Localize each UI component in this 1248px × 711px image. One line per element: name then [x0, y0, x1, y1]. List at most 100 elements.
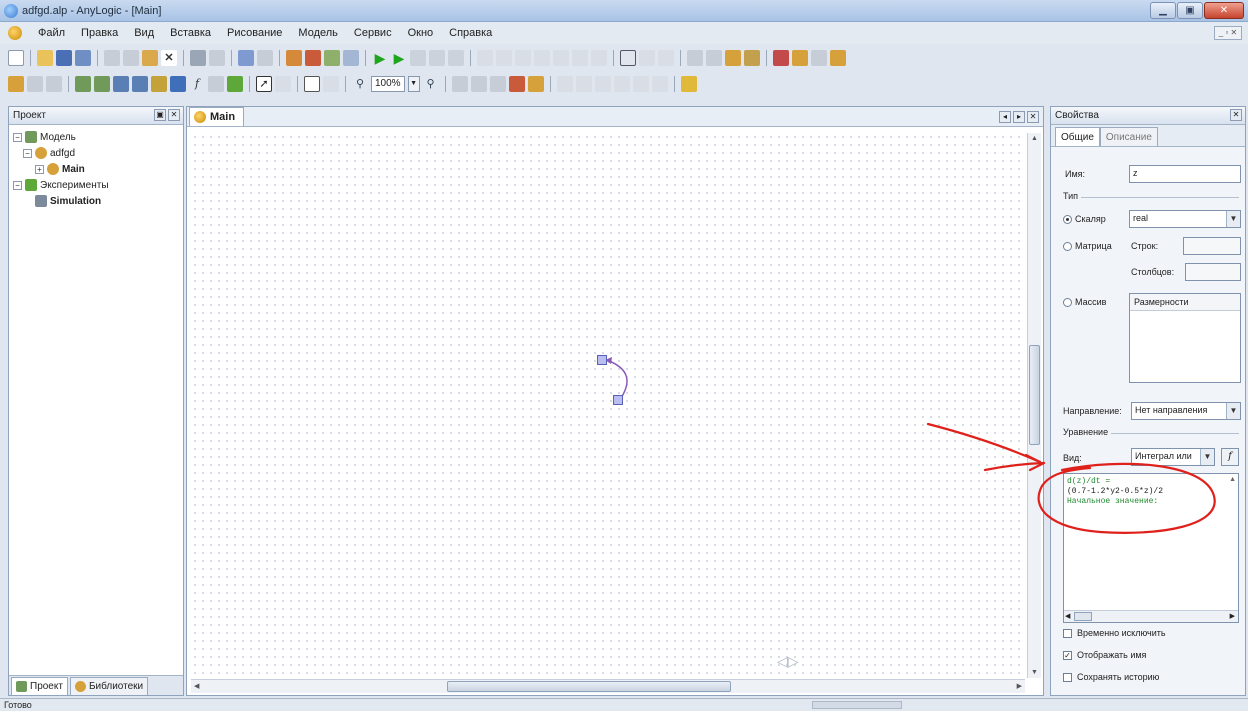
view-icon[interactable]	[594, 76, 611, 92]
maximize-button[interactable]: ▣	[1177, 2, 1203, 19]
menu-model[interactable]: Модель	[290, 27, 345, 39]
collapse-toggle-icon[interactable]: −	[23, 148, 32, 158]
run-icon[interactable]: ▶	[372, 50, 388, 66]
menu-tools[interactable]: Сервис	[346, 27, 400, 39]
scalar-type-select[interactable]: real ▼	[1129, 210, 1241, 228]
model-canvas[interactable]: ◁▷	[191, 133, 1025, 678]
tab-general[interactable]: Общие	[1055, 127, 1100, 146]
zoom-level-field[interactable]: 100%	[371, 76, 405, 92]
zoom-out-icon[interactable]: ⚲	[352, 76, 368, 92]
scroll-left-icon[interactable]: ◀	[1065, 612, 1070, 620]
equation-horizontal-scrollbar[interactable]: ◀ ▶	[1064, 610, 1238, 622]
view-icon[interactable]	[553, 50, 569, 66]
zoom-dropdown-icon[interactable]: ▼	[407, 76, 420, 92]
replace-icon[interactable]	[209, 50, 225, 66]
name-field[interactable]: z	[1129, 165, 1241, 183]
stop-icon[interactable]	[448, 50, 464, 66]
pause-icon[interactable]	[410, 50, 426, 66]
view-icon[interactable]	[470, 76, 487, 92]
tab-libraries[interactable]: Библиотеки	[69, 677, 149, 695]
redo-icon[interactable]	[257, 50, 273, 66]
close-button[interactable]: ✕	[1204, 2, 1244, 19]
menu-file[interactable]: Файл	[30, 27, 73, 39]
undo-icon[interactable]	[238, 50, 254, 66]
function-button[interactable]: f	[1221, 448, 1239, 466]
save-all-icon[interactable]	[75, 50, 91, 66]
editor-horizontal-scrollbar[interactable]: ◀ ▶	[191, 679, 1025, 693]
view-icon[interactable]	[451, 76, 468, 92]
new-file-icon[interactable]	[8, 50, 24, 66]
direction-select[interactable]: Нет направления ▼	[1131, 402, 1241, 420]
scalar-radio[interactable]	[1063, 215, 1072, 224]
zoom-in-icon[interactable]: ⚲	[423, 76, 439, 92]
chevron-down-icon[interactable]: ▼	[1226, 211, 1240, 227]
matrix-radio[interactable]	[1063, 242, 1072, 251]
panel-close-button[interactable]: ✕	[168, 109, 180, 121]
rows-field[interactable]	[1183, 237, 1241, 255]
view-icon[interactable]	[575, 76, 592, 92]
stock-icon[interactable]	[75, 76, 91, 92]
tab-main[interactable]: Main	[189, 107, 245, 126]
view-icon[interactable]	[556, 76, 573, 92]
toggle-grid-icon[interactable]	[620, 50, 636, 66]
scroll-left-button[interactable]: ◂	[999, 111, 1011, 123]
scroll-left-icon[interactable]: ◀	[194, 682, 199, 690]
tab-project[interactable]: Проект	[11, 677, 68, 695]
dimensions-list[interactable]: Размерности	[1129, 293, 1241, 383]
open-folder-icon[interactable]	[37, 50, 53, 66]
view-icon[interactable]	[508, 76, 525, 92]
rectangle-icon[interactable]	[304, 76, 320, 92]
view-icon[interactable]	[323, 76, 339, 92]
disable-checkbox[interactable]	[1063, 629, 1072, 638]
view-icon[interactable]	[46, 76, 62, 92]
view-icon[interactable]	[208, 76, 224, 92]
history-checkbox[interactable]	[1063, 673, 1072, 682]
menu-help[interactable]: Справка	[441, 27, 500, 39]
agent-icon[interactable]	[830, 50, 846, 66]
panel-restore-button[interactable]: ▣	[154, 109, 166, 121]
minimize-button[interactable]: ▁	[1150, 2, 1176, 19]
view-icon[interactable]	[744, 50, 760, 66]
build-all-icon[interactable]	[305, 50, 321, 66]
menu-insert[interactable]: Вставка	[162, 27, 219, 39]
step-icon[interactable]	[429, 50, 445, 66]
view-icon[interactable]	[572, 50, 588, 66]
cut-icon[interactable]	[104, 50, 120, 66]
equation-editor[interactable]: d(z)/dt = (0.7-1.2*y2-0.5*z)/2 Начальное…	[1063, 473, 1239, 623]
pointer-icon[interactable]	[725, 50, 741, 66]
view-icon[interactable]	[591, 50, 607, 66]
panel-close-button[interactable]: ✕	[1230, 109, 1242, 121]
cols-field[interactable]	[1185, 263, 1241, 281]
agent-icon[interactable]	[792, 50, 808, 66]
parameter-icon[interactable]	[113, 76, 129, 92]
scroll-thumb[interactable]	[1074, 612, 1092, 621]
align-icon[interactable]	[639, 50, 655, 66]
view-icon[interactable]	[527, 76, 544, 92]
settings-icon[interactable]	[343, 50, 359, 66]
flow-icon[interactable]	[94, 76, 110, 92]
view-icon[interactable]	[27, 76, 43, 92]
event-icon[interactable]	[151, 76, 167, 92]
menu-draw[interactable]: Рисование	[219, 27, 290, 39]
function-icon[interactable]: f	[189, 76, 205, 92]
view-icon[interactable]	[489, 76, 506, 92]
align-icon[interactable]	[658, 50, 674, 66]
select-arrow-icon[interactable]: ➚	[256, 76, 272, 92]
save-icon[interactable]	[56, 50, 72, 66]
tree-item-simulation[interactable]: Simulation	[13, 193, 179, 209]
editor-close-button[interactable]: ✕	[1027, 111, 1039, 123]
run-fast-icon[interactable]: ▶	[391, 50, 407, 66]
equation-view-select[interactable]: Интеграл или ▼	[1131, 448, 1215, 466]
view-icon[interactable]	[227, 76, 243, 92]
scroll-up-icon[interactable]: ▲	[1229, 476, 1236, 483]
menu-view[interactable]: Вид	[126, 27, 162, 39]
array-radio[interactable]	[1063, 298, 1072, 307]
check-model-icon[interactable]	[324, 50, 340, 66]
line-icon[interactable]	[275, 76, 291, 92]
paste-icon[interactable]	[142, 50, 158, 66]
build-icon[interactable]	[286, 50, 302, 66]
chevron-down-icon[interactable]: ▼	[1200, 449, 1214, 465]
variable-z[interactable]	[613, 395, 623, 405]
delete-icon[interactable]: ✕	[161, 50, 177, 66]
tree-item-model[interactable]: − Модель	[13, 129, 179, 145]
